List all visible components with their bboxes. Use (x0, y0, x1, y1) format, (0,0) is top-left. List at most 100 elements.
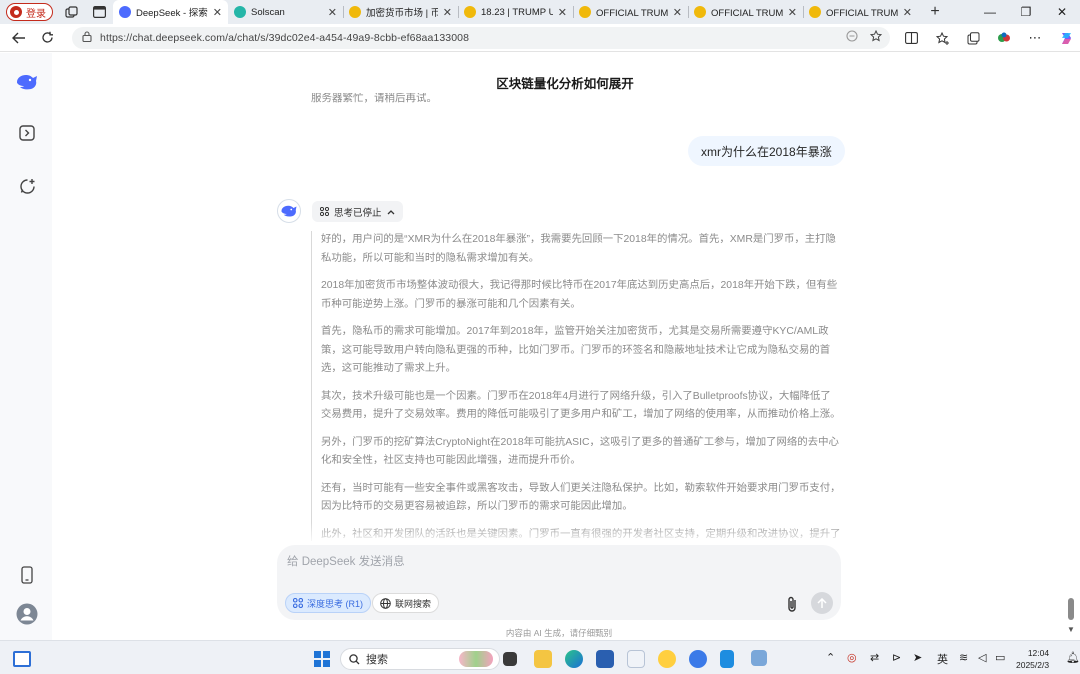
site-info-icon[interactable] (82, 31, 92, 45)
windows-start-icon[interactable] (314, 651, 330, 667)
thinking-atom-icon (320, 207, 329, 216)
tab-favicon-icon (809, 6, 821, 18)
widgets-icon[interactable] (13, 651, 31, 667)
browser-tab[interactable]: Solscan ✕ (228, 0, 343, 24)
copilot-icon[interactable] (1055, 27, 1077, 49)
tab-title: DeepSeek - 探索未 (136, 8, 208, 19)
tray-app-red-icon[interactable]: ◎ (847, 651, 857, 664)
user-avatar-icon[interactable] (15, 602, 39, 626)
settings-more-icon[interactable]: ⋯ (1024, 27, 1046, 49)
back-arrow-icon[interactable] (5, 26, 33, 50)
tab-favicon-icon (694, 6, 706, 18)
attach-file-icon[interactable] (782, 594, 802, 614)
send-button[interactable] (811, 592, 833, 614)
file-explorer-icon[interactable] (534, 650, 552, 668)
tray-location-icon[interactable]: ➤ (913, 651, 922, 664)
previous-message-tail: 服务器繁忙，请稍后再试。 (311, 92, 437, 104)
close-tab-icon[interactable]: ✕ (788, 6, 797, 19)
scrollbar-thumb[interactable] (1068, 598, 1074, 620)
new-tab-button[interactable]: + (924, 1, 946, 23)
deep-think-toggle[interactable]: 深度思考 (R1) (285, 593, 371, 613)
tab-title: OFFICIAL TRUMP 价 (596, 8, 668, 19)
user-message-text: xmr为什么在2018年暴涨 (701, 144, 832, 159)
task-view-icon[interactable] (503, 652, 517, 666)
taskbar-search[interactable]: 搜索 (340, 648, 500, 670)
refresh-icon[interactable] (33, 26, 61, 50)
content-fade (276, 523, 842, 545)
browser-tab[interactable]: OFFICIAL TRUMP 价 ✕ (688, 0, 803, 24)
edge-browser-icon[interactable] (565, 650, 583, 668)
deep-think-icon (293, 598, 303, 608)
scroll-down-arrow-icon[interactable]: ▼ (1067, 625, 1075, 634)
notepad-icon[interactable] (720, 650, 734, 668)
mobile-app-icon[interactable] (15, 563, 39, 587)
close-tab-icon[interactable]: ✕ (558, 6, 567, 19)
clock-time: 12:04 (1027, 648, 1050, 658)
browser-tab[interactable]: 18.23 | TRUMP USD ✕ (458, 0, 573, 24)
browser-tab[interactable]: DeepSeek - 探索未 ✕ (113, 0, 228, 24)
web-search-toggle[interactable]: 联网搜索 (372, 593, 440, 613)
system-clock[interactable]: 12:04 2025/2/3 (1016, 647, 1049, 671)
tab-title: OFFICIAL TRUMP 价 (711, 8, 783, 19)
url-text: https://chat.deepseek.com/a/chat/s/39dc0… (100, 32, 470, 44)
close-tab-icon[interactable]: ✕ (328, 6, 337, 19)
tab-favicon-icon (349, 6, 361, 18)
clock-date: 2025/2/3 (1016, 660, 1050, 670)
chat-title: 区块链量化分析如何展开 (496, 77, 634, 91)
message-input[interactable]: 给 DeepSeek 发送消息 (287, 553, 405, 569)
tray-app-icon[interactable]: ⇄ (870, 651, 879, 664)
volume-icon[interactable]: ◁ (978, 651, 986, 664)
browser-tab[interactable]: OFFICIAL TRUMP 价 ✕ (573, 0, 688, 24)
wifi-icon[interactable]: ≋ (959, 651, 968, 664)
browser-tab[interactable]: 加密货币市场 | 币价 ✕ (343, 0, 458, 24)
thinking-content: 好的，用户问的是“XMR为什么在2018年暴涨”，我需要先回顾一下2018年的情… (311, 231, 841, 541)
battery-icon[interactable]: ▭ (995, 651, 1005, 664)
thinking-paragraph: 其次，技术升级可能也是一个因素。门罗币在2018年4月进行了网络升级，引入了Bu… (321, 390, 841, 421)
sidebar (0, 53, 52, 640)
search-highlight-image (459, 651, 493, 667)
workspaces-icon[interactable] (61, 2, 81, 22)
vertical-tabs-icon[interactable] (89, 2, 109, 22)
tray-media-icon[interactable]: ⊳ (892, 651, 901, 664)
ime-language-indicator[interactable]: 英 (937, 651, 948, 667)
address-bar[interactable]: https://chat.deepseek.com/a/chat/s/39dc0… (72, 27, 890, 49)
close-tab-icon[interactable]: ✕ (673, 6, 682, 19)
ai-disclaimer: 内容由 AI 生成，请仔细甄别 (505, 628, 613, 638)
browser-tab-strip: 登录 DeepSeek - 探索未✕Solscan✕加密货币市场 | 币价✕18… (0, 0, 1080, 24)
browser-toolbar: https://chat.deepseek.com/a/chat/s/39dc0… (0, 24, 1080, 52)
translate-icon[interactable] (846, 30, 858, 45)
network-app-icon[interactable] (751, 650, 767, 666)
split-screen-icon[interactable] (900, 27, 922, 49)
thinking-paragraph: 另外，门罗币的挖矿算法CryptoNight在2018年可能抗ASIC，这吸引了… (321, 436, 839, 467)
thinking-paragraph: 还有，当时可能有一些安全事件或黑客攻击，导致人们更关注隐私保护。比如，勒索软件开… (321, 482, 841, 513)
deepseek-page: 区块链量化分析如何展开 服务器繁忙，请稍后再试。 xmr为什么在2018年暴涨 … (0, 53, 1080, 640)
store-icon[interactable] (596, 650, 614, 668)
collections-icon[interactable] (962, 27, 984, 49)
close-window-icon[interactable]: ✕ (1044, 0, 1080, 24)
open-sidebar-icon[interactable] (15, 121, 39, 145)
close-tab-icon[interactable]: ✕ (213, 6, 222, 19)
tab-title: Solscan (251, 6, 285, 18)
notifications-icon[interactable]: 🔔︎ (1066, 651, 1080, 664)
mail-app-icon[interactable] (627, 650, 645, 668)
browser-app-icon[interactable] (689, 650, 707, 668)
tab-favicon-icon (579, 6, 591, 18)
favorite-star-icon[interactable] (869, 29, 883, 45)
profile-button[interactable]: 登录 (6, 3, 53, 21)
new-chat-icon[interactable] (15, 174, 39, 198)
user-message: xmr为什么在2018年暴涨 (688, 136, 845, 166)
assistant-avatar (277, 199, 301, 223)
close-tab-icon[interactable]: ✕ (903, 6, 912, 19)
maximize-icon[interactable]: ❐ (1008, 0, 1044, 24)
minimize-icon[interactable]: — (972, 0, 1008, 24)
tray-chevron-icon[interactable]: ⌃ (826, 651, 835, 664)
app-yellow-icon[interactable] (658, 650, 676, 668)
browser-tab[interactable]: OFFICIAL TRUMP 价 ✕ (803, 0, 918, 24)
profile-label: 登录 (26, 8, 46, 20)
extensions-icon[interactable] (993, 27, 1015, 49)
close-tab-icon[interactable]: ✕ (443, 6, 452, 19)
thinking-toggle-button[interactable]: 思考已停止 (312, 201, 403, 222)
tab-title: OFFICIAL TRUMP 价 (826, 8, 898, 19)
favorites-icon[interactable] (931, 27, 953, 49)
thinking-paragraph: 首先，隐私币的需求可能增加。2017年到2018年，监管开始关注加密货币，尤其是… (321, 326, 831, 374)
